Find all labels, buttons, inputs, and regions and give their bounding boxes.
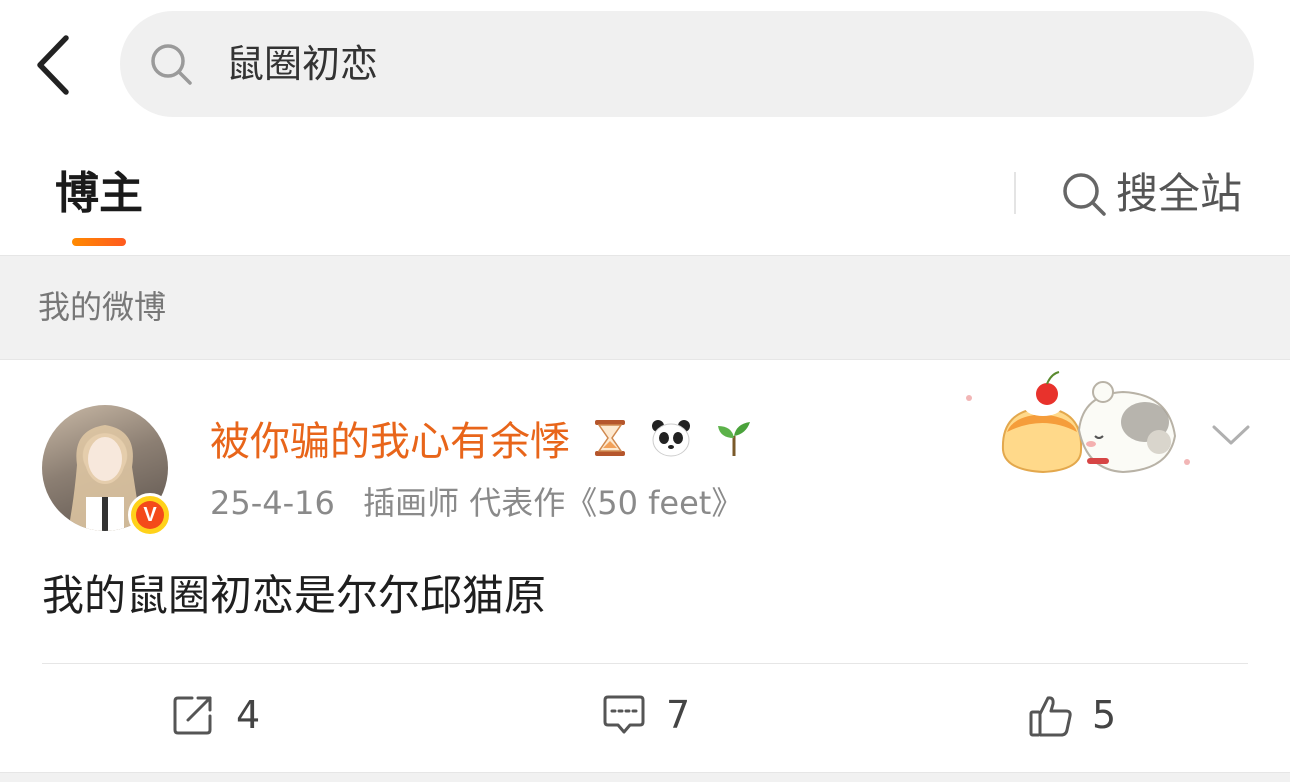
search-icon [151,44,192,85]
repost-count: 4 [236,693,261,737]
post-author-name[interactable]: 被你骗的我心有余悸 [210,416,754,471]
comment-count: 7 [666,693,691,737]
panda-icon [649,418,693,471]
tab-bar: 博主 搜全站 [0,130,1290,255]
chevron-down-icon [1212,425,1250,445]
search-input[interactable]: 鼠圈初恋 [120,11,1254,117]
post-meta: 25-4-16 插画师 代表作《50 feet》 [210,480,761,526]
top-bar: 鼠圈初恋 [0,0,1290,130]
hourglass-icon [591,418,629,471]
section-header: 我的微博 [0,255,1290,360]
comment-icon [603,695,645,734]
search-all-label: 搜全站 [1116,169,1243,218]
post-menu-button[interactable] [1208,412,1254,458]
active-tab-indicator [72,238,126,246]
post-divider [42,663,1248,664]
pudding-cat-sticker-icon [966,371,1190,474]
weibo-post-card[interactable]: V 被你骗的我心有余悸 25-4-16 插画师 代表作《50 feet》 我的鼠… [0,360,1290,772]
repost-icon [173,696,212,735]
section-label: 我的微博 [38,288,167,326]
like-count: 5 [1092,693,1117,737]
tab-divider [1014,172,1016,214]
chevron-left-icon [37,35,69,95]
thumbs-up-icon [1029,696,1072,737]
post-date: 25-4-16 [210,484,335,522]
tab-bloggers[interactable]: 博主 [55,166,143,222]
back-button[interactable] [28,30,84,100]
verified-badge: V [128,493,172,537]
search-icon [1063,173,1106,216]
post-content[interactable]: 我的鼠圈初恋是尔尔邱猫原 [42,568,546,624]
username-text: 被你骗的我心有余悸 [210,419,570,465]
author-bio: 插画师 代表作《50 feet》 [363,484,744,522]
search-query-text: 鼠圈初恋 [226,42,379,86]
seedling-icon [714,418,754,471]
verified-badge-label: V [136,501,164,529]
